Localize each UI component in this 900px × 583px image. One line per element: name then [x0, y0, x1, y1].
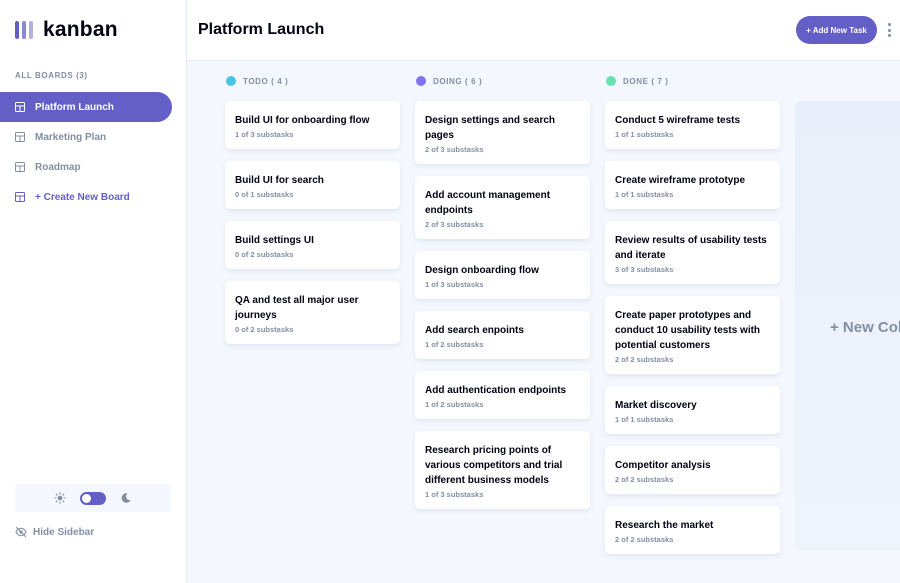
new-column-button[interactable]: + New Column: [795, 101, 900, 550]
task-card[interactable]: Create wireframe prototype 1 of 1 substas…: [605, 161, 780, 209]
logo-text: kanban: [43, 18, 118, 41]
column-header: DONE ( 7 ): [606, 75, 781, 87]
column-doing: DOING ( 6 ) Design settings and search p…: [415, 75, 591, 521]
header: Platform Launch + Add New Task: [187, 0, 900, 61]
subtask-count: 1 of 2 substasks: [425, 400, 484, 409]
more-options-icon[interactable]: [885, 22, 893, 38]
task-card[interactable]: Competitor analysis 2 of 2 substasks: [605, 446, 780, 494]
subtask-count: 1 of 3 substasks: [425, 280, 484, 289]
column-done: DONE ( 7 ) Conduct 5 wireframe tests 1 of…: [605, 75, 781, 566]
task-card[interactable]: Market discovery 1 of 1 substasks: [605, 386, 780, 434]
task-title: Add search enpoints: [425, 325, 524, 336]
subtask-count: 2 of 3 substasks: [425, 145, 484, 154]
sidebar-item-label: Roadmap: [35, 161, 81, 173]
task-title: Build UI for onboarding flow: [235, 115, 370, 126]
task-card[interactable]: Create paper prototypes and conduct 10 u…: [605, 296, 780, 374]
hide-sidebar-button[interactable]: Hide Sidebar: [15, 526, 94, 538]
sidebar-item-label: Marketing Plan: [35, 131, 107, 143]
card-list: Design settings and search pages 2 of 3 s…: [415, 101, 591, 509]
task-card[interactable]: Research pricing points of various compe…: [415, 431, 590, 509]
task-card[interactable]: Build settings UI 0 of 2 substasks: [225, 221, 400, 269]
task-card[interactable]: Add search enpoints 1 of 2 substasks: [415, 311, 590, 359]
card-list: Build UI for onboarding flow 1 of 3 subst…: [225, 101, 401, 344]
board-icon: [15, 132, 25, 142]
task-title: Review results of usability tests and it…: [615, 235, 767, 261]
task-title: Research pricing points of various compe…: [425, 445, 563, 486]
task-title: Create paper prototypes and conduct 10 u…: [615, 310, 761, 351]
subtask-count: 2 of 3 substasks: [425, 220, 484, 229]
sun-icon: [54, 492, 66, 504]
board-icon: [15, 192, 25, 202]
subtask-count: 1 of 1 substasks: [615, 130, 674, 139]
task-card[interactable]: QA and test all major user journeys 0 of …: [225, 281, 400, 344]
board-icon: [15, 102, 25, 112]
theme-switch[interactable]: [80, 491, 106, 505]
all-boards-heading: ALL BOARDS (3): [15, 71, 88, 80]
moon-icon: [120, 492, 132, 504]
column-color-dot: [416, 76, 426, 86]
task-title: Conduct 5 wireframe tests: [615, 115, 741, 126]
sidebar-item-marketing-plan[interactable]: Marketing Plan: [0, 122, 172, 152]
task-title: Build UI for search: [235, 175, 324, 186]
hide-sidebar-label: Hide Sidebar: [33, 526, 95, 538]
sidebar-item-roadmap[interactable]: Roadmap: [0, 152, 172, 182]
task-card[interactable]: Build UI for search 0 of 1 substasks: [225, 161, 400, 209]
create-new-board-label: + Create New Board: [35, 191, 130, 203]
subtask-count: 2 of 2 substasks: [615, 475, 674, 484]
task-card[interactable]: Build UI for onboarding flow 1 of 3 subst…: [225, 101, 400, 149]
task-card[interactable]: Design settings and search pages 2 of 3 s…: [415, 101, 590, 164]
new-column-label: + New Column: [830, 319, 900, 336]
column-color-dot: [226, 76, 236, 86]
task-title: Build settings UI: [235, 235, 314, 246]
task-title: QA and test all major user journeys: [235, 295, 359, 321]
sidebar-item-label: Platform Launch: [35, 101, 114, 113]
subtask-count: 0 of 2 substasks: [235, 250, 294, 259]
subtask-count: 0 of 2 substasks: [235, 325, 294, 334]
theme-toggle: [15, 484, 171, 512]
task-title: Research the market: [615, 520, 714, 531]
task-card[interactable]: Review results of usability tests and it…: [605, 221, 780, 284]
task-title: Add authentication endpoints: [425, 385, 567, 396]
task-card[interactable]: Research the market 2 of 2 substasks: [605, 506, 780, 554]
task-card[interactable]: Design onboarding flow 1 of 3 substasks: [415, 251, 590, 299]
column-title: DONE ( 7 ): [623, 76, 669, 86]
column-todo: TODO ( 4 ) Build UI for onboarding flow 1…: [225, 75, 401, 356]
create-new-board-button[interactable]: + Create New Board: [0, 182, 172, 212]
subtask-count: 1 of 1 substasks: [615, 190, 674, 199]
board-list: Platform Launch Marketing Plan Roadmap +…: [0, 92, 172, 212]
subtask-count: 1 of 3 substasks: [425, 490, 484, 499]
task-card[interactable]: Add account management endpoints 2 of 3 s…: [415, 176, 590, 239]
task-title: Design onboarding flow: [425, 265, 539, 276]
column-color-dot: [606, 76, 616, 86]
subtask-count: 1 of 1 substasks: [615, 415, 674, 424]
column-header: DOING ( 6 ): [416, 75, 591, 87]
subtask-count: 0 of 1 substasks: [235, 190, 294, 199]
logo-icon: [15, 21, 33, 39]
subtask-count: 2 of 2 substasks: [615, 535, 674, 544]
subtask-count: 1 of 2 substasks: [425, 340, 484, 349]
task-title: Market discovery: [615, 400, 697, 411]
task-title: Add account management endpoints: [425, 190, 551, 216]
task-title: Design settings and search pages: [425, 115, 556, 141]
add-new-task-button[interactable]: + Add New Task: [796, 16, 877, 44]
column-header: TODO ( 4 ): [226, 75, 401, 87]
eye-slash-icon: [15, 526, 27, 538]
column-title: TODO ( 4 ): [243, 76, 289, 86]
logo: kanban: [15, 18, 118, 42]
sidebar: kanban ALL BOARDS (3) Platform Launch Ma…: [0, 0, 187, 583]
task-title: Competitor analysis: [615, 460, 711, 471]
task-title: Create wireframe prototype: [615, 175, 746, 186]
subtask-count: 2 of 2 substasks: [615, 355, 674, 364]
board-icon: [15, 162, 25, 172]
subtask-count: 1 of 3 substasks: [235, 130, 294, 139]
sidebar-item-platform-launch[interactable]: Platform Launch: [0, 92, 172, 122]
task-card[interactable]: Conduct 5 wireframe tests 1 of 1 substask…: [605, 101, 780, 149]
page-title: Platform Launch: [198, 21, 325, 38]
task-card[interactable]: Add authentication endpoints 1 of 2 subst…: [415, 371, 590, 419]
card-list: Conduct 5 wireframe tests 1 of 1 substask…: [605, 101, 781, 554]
column-title: DOING ( 6 ): [433, 76, 483, 86]
subtask-count: 3 of 3 substasks: [615, 265, 674, 274]
